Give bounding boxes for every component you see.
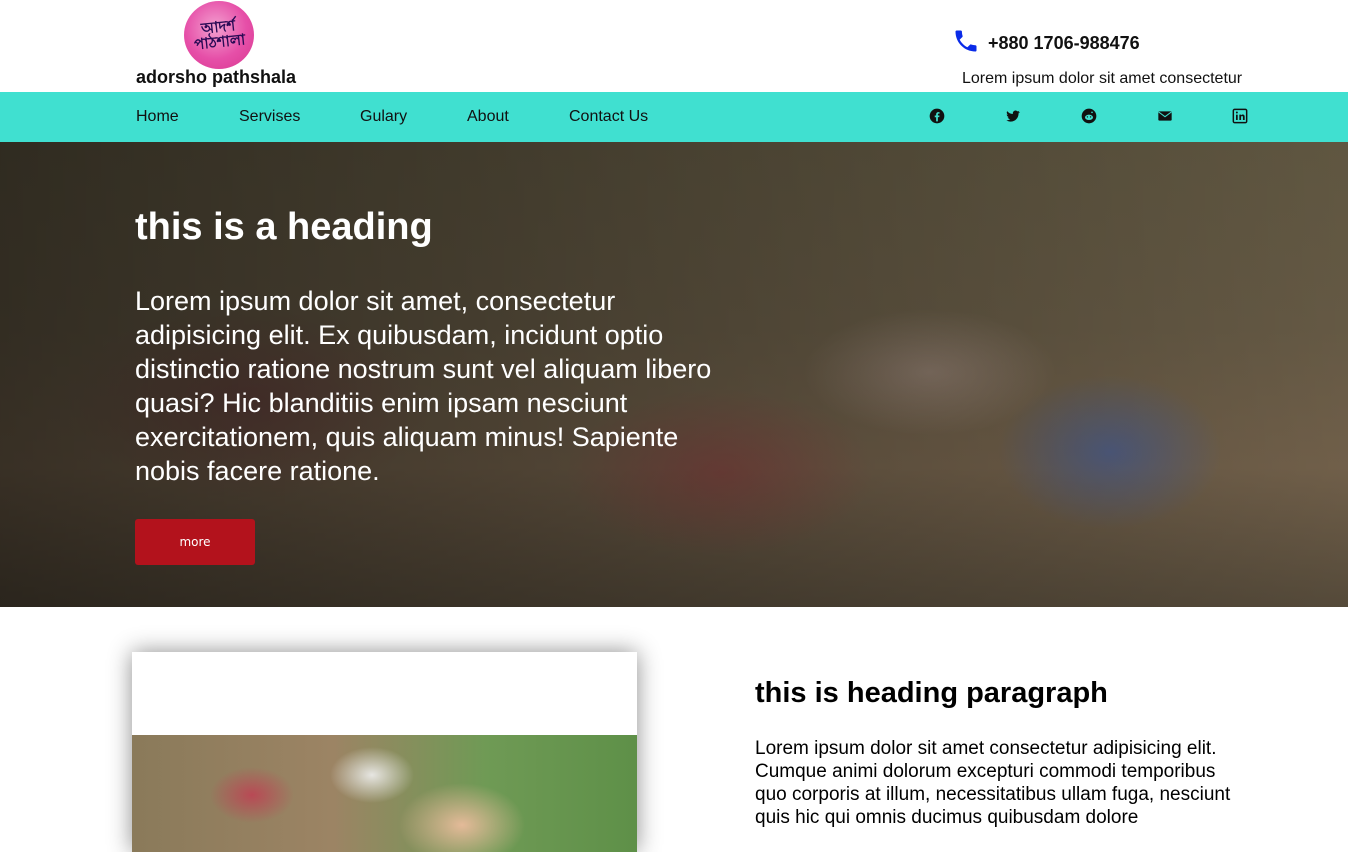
envelope-icon[interactable] bbox=[1156, 107, 1174, 125]
hero-paragraph: Lorem ipsum dolor sit amet, consectetur … bbox=[135, 286, 712, 486]
image-card bbox=[132, 652, 637, 852]
phone-number[interactable]: +880 1706-988476 bbox=[988, 33, 1140, 54]
section-paragraph: Lorem ipsum dolor sit amet consectetur a… bbox=[755, 738, 1231, 828]
card-photo bbox=[132, 735, 637, 852]
twitter-icon[interactable] bbox=[1004, 107, 1022, 125]
nav-contact-us[interactable]: Contact Us bbox=[569, 108, 648, 126]
main-nav: Home Servises Gulary About Contact Us bbox=[0, 92, 1348, 142]
header-tagline: Lorem ipsum dolor sit amet consectetur bbox=[962, 70, 1243, 87]
site-logo[interactable]: আদর্শ পাঠশালা bbox=[184, 1, 254, 69]
reddit-icon[interactable] bbox=[1080, 107, 1098, 125]
phone-icon bbox=[955, 30, 977, 52]
nav-servises[interactable]: Servises bbox=[239, 108, 300, 126]
hero-heading: this is a heading bbox=[135, 206, 433, 248]
nav-home[interactable]: Home bbox=[136, 108, 179, 126]
logo-text: আদর্শ পাঠশালা bbox=[193, 16, 247, 54]
linkedin-icon[interactable] bbox=[1231, 107, 1249, 125]
brand-name: adorsho pathshala bbox=[136, 67, 297, 87]
section-heading: this is heading paragraph bbox=[755, 677, 1108, 709]
more-button[interactable]: more bbox=[135, 519, 255, 565]
nav-about[interactable]: About bbox=[467, 108, 509, 126]
nav-gulary[interactable]: Gulary bbox=[360, 108, 407, 126]
facebook-icon[interactable] bbox=[928, 107, 946, 125]
hero-banner: this is a heading Lorem ipsum dolor sit … bbox=[0, 142, 1348, 607]
site-header: আদর্শ পাঠশালা adorsho pathshala +880 170… bbox=[0, 0, 1348, 92]
